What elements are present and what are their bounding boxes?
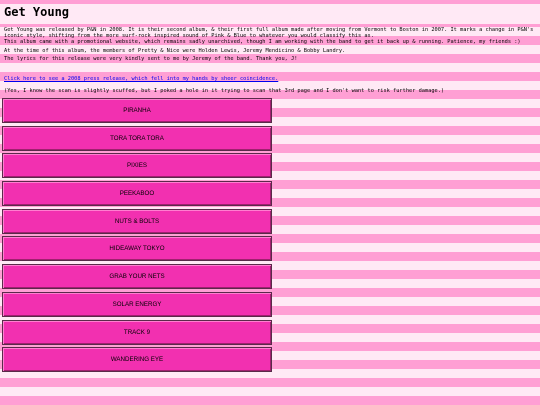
track-button-hideaway-tokyo[interactable]: HIDEAWAY TOKYO	[2, 236, 272, 262]
track-button-pixies[interactable]: PIXIES	[2, 153, 272, 179]
intro-paragraph-lyrics: The lyrics for this release were very ki…	[4, 55, 298, 62]
track-list: PIRANHA TORA TORA TORA PIXIES PEEKABOO N…	[2, 98, 272, 375]
page-title: Get Young	[4, 5, 70, 19]
track-button-solar-energy[interactable]: SOLAR ENERGY	[2, 291, 272, 317]
intro-paragraph-release: Get Young was released by P&N in 2008. I…	[4, 27, 534, 40]
scan-note: (Yes, I know the scan is slightly scuffe…	[4, 88, 445, 94]
track-button-tora-tora-tora[interactable]: TORA TORA TORA	[2, 125, 272, 151]
track-button-grab-your-nets[interactable]: GRAB YOUR NETS	[2, 264, 272, 290]
title-banner	[0, 4, 540, 24]
track-button-track-9[interactable]: TRACK 9	[2, 319, 272, 345]
track-button-wandering-eye[interactable]: WANDERING EYE	[2, 347, 272, 373]
press-release-link[interactable]: Click here to see a 2008 press release, …	[4, 76, 278, 82]
intro-paragraph-website: This album came with a promotional websi…	[4, 39, 521, 46]
track-button-piranha[interactable]: PIRANHA	[2, 98, 272, 123]
album-intro: Get Young was released by P&N in 2008. I…	[4, 27, 536, 62]
intro-paragraph-members: At the time of this album, the members o…	[4, 47, 346, 54]
track-button-nuts-and-bolts[interactable]: NUTS & BOLTS	[2, 208, 272, 234]
track-button-peekaboo[interactable]: PEEKABOO	[2, 181, 272, 207]
